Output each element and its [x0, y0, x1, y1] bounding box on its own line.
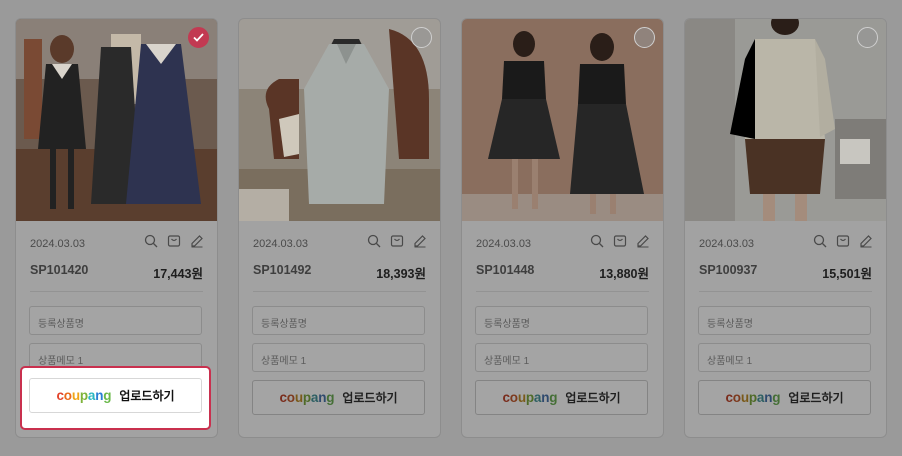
product-memo-field[interactable]: 상품메모 1	[252, 343, 425, 372]
product-code: SP101448	[476, 263, 535, 277]
divider	[476, 291, 649, 292]
product-card[interactable]: 2024.03.03 SP101448 13,880원 등록상품명 상품메모 1…	[461, 18, 664, 438]
product-code: SP101492	[253, 263, 312, 277]
coupang-logo: coupang	[502, 390, 558, 405]
product-price: 18,393원	[376, 267, 426, 281]
search-icon[interactable]	[590, 234, 604, 248]
cart-icon[interactable]	[613, 234, 627, 248]
product-photo[interactable]	[685, 19, 886, 221]
upload-label: 업로드하기	[565, 391, 621, 405]
edit-icon[interactable]	[413, 234, 427, 248]
select-checkbox[interactable]	[188, 27, 209, 48]
coupang-upload-button[interactable]: coupang 업로드하기	[29, 378, 202, 413]
search-icon[interactable]	[144, 234, 158, 248]
upload-label: 업로드하기	[342, 391, 398, 405]
product-photo[interactable]	[462, 19, 663, 221]
edit-icon[interactable]	[859, 234, 873, 248]
coupang-logo: coupang	[56, 388, 112, 403]
divider	[253, 291, 426, 292]
select-checkbox[interactable]	[857, 27, 878, 48]
divider	[699, 291, 872, 292]
coupang-upload-button[interactable]: coupang 업로드하기	[252, 380, 425, 415]
product-photo[interactable]	[16, 19, 217, 221]
check-icon	[193, 33, 204, 42]
product-card[interactable]: 2024.03.03 SP101492 18,393원 등록상품명 상품메모 1…	[238, 18, 441, 438]
edit-icon[interactable]	[190, 234, 204, 248]
select-checkbox[interactable]	[411, 27, 432, 48]
product-name-field[interactable]: 등록상품명	[475, 306, 648, 335]
upload-label: 업로드하기	[788, 391, 844, 405]
product-name-field[interactable]: 등록상품명	[252, 306, 425, 335]
coupang-logo: coupang	[279, 390, 335, 405]
coupang-upload-button[interactable]: coupang 업로드하기	[698, 380, 871, 415]
product-price: 13,880원	[599, 267, 649, 281]
product-memo-field[interactable]: 상품메모 1	[698, 343, 871, 372]
cart-icon[interactable]	[836, 234, 850, 248]
cart-icon[interactable]	[167, 234, 181, 248]
product-card[interactable]: 2024.03.03 SP100937 15,501원 등록상품명 상품메모 1…	[684, 18, 887, 438]
product-name-field[interactable]: 등록상품명	[698, 306, 871, 335]
upload-label: 업로드하기	[119, 389, 175, 403]
product-price: 15,501원	[822, 267, 872, 281]
coupang-logo: coupang	[725, 390, 781, 405]
search-icon[interactable]	[813, 234, 827, 248]
product-date: 2024.03.03	[699, 238, 755, 250]
product-date: 2024.03.03	[253, 238, 309, 250]
product-date: 2024.03.03	[30, 238, 86, 250]
select-checkbox[interactable]	[634, 27, 655, 48]
divider	[30, 291, 203, 292]
product-code: SP100937	[699, 263, 758, 277]
product-memo-field[interactable]: 상품메모 1	[475, 343, 648, 372]
upload-highlight: coupang 업로드하기	[20, 366, 211, 430]
product-date: 2024.03.03	[476, 238, 532, 250]
search-icon[interactable]	[367, 234, 381, 248]
product-price: 17,443원	[153, 267, 203, 281]
product-code: SP101420	[30, 263, 89, 277]
coupang-upload-button[interactable]: coupang 업로드하기	[475, 380, 648, 415]
product-photo[interactable]	[239, 19, 440, 221]
cart-icon[interactable]	[390, 234, 404, 248]
product-name-field[interactable]: 등록상품명	[29, 306, 202, 335]
edit-icon[interactable]	[636, 234, 650, 248]
